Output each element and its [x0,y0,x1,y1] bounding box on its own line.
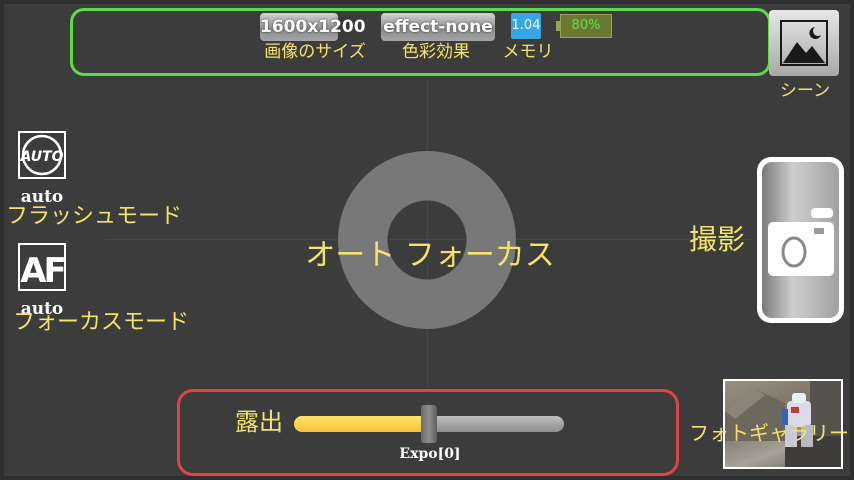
svg-text:AF: AF [20,251,64,289]
focus-status-label: オート フォーカス [305,238,555,273]
shutter-button[interactable] [757,157,844,323]
flash-auto-icon[interactable]: AUTO [18,131,66,179]
effect-chip[interactable]: effect-none [381,13,495,41]
autofocus-glyph: AF [20,251,67,291]
shutter-surface [762,162,839,318]
exposure-label: 露出 [235,408,283,436]
shutter-label: 撮影 [689,223,746,256]
gallery-label: フォトギャラリー [689,421,849,445]
memory-chip: 1.04 [511,13,541,39]
scene-button[interactable] [769,10,839,76]
svg-text:AUTO: AUTO [20,149,64,165]
memory-label: メモリ [502,42,554,62]
scene-label: シーン [779,81,831,101]
focus-mode-label: フォーカスモード [13,310,190,335]
status-bar: 1600x1200 effect-none 1.04 80% 画像のサイズ 色彩… [70,8,771,76]
battery-icon [556,21,560,31]
battery-indicator: 80% [556,14,612,38]
exposure-slider-thumb[interactable] [421,405,437,443]
flash-mode-label: フラッシュモード [6,204,183,229]
resolution-chip[interactable]: 1600x1200 [260,13,366,41]
camera-icon [768,208,834,276]
autofocus-icon[interactable]: AF [18,243,68,291]
exposure-slider[interactable] [294,405,564,443]
exposure-slider-fill [294,416,429,432]
effect-label: 色彩効果 [402,42,470,62]
flash-auto-glyph: AUTO [19,134,64,176]
battery-level: 80% [571,18,601,33]
exposure-panel: 露出 Expo[0] [177,389,679,476]
landscape-night-icon [780,20,828,66]
exposure-value: Expo[0] [399,446,461,462]
resolution-label: 画像のサイズ [264,42,366,62]
